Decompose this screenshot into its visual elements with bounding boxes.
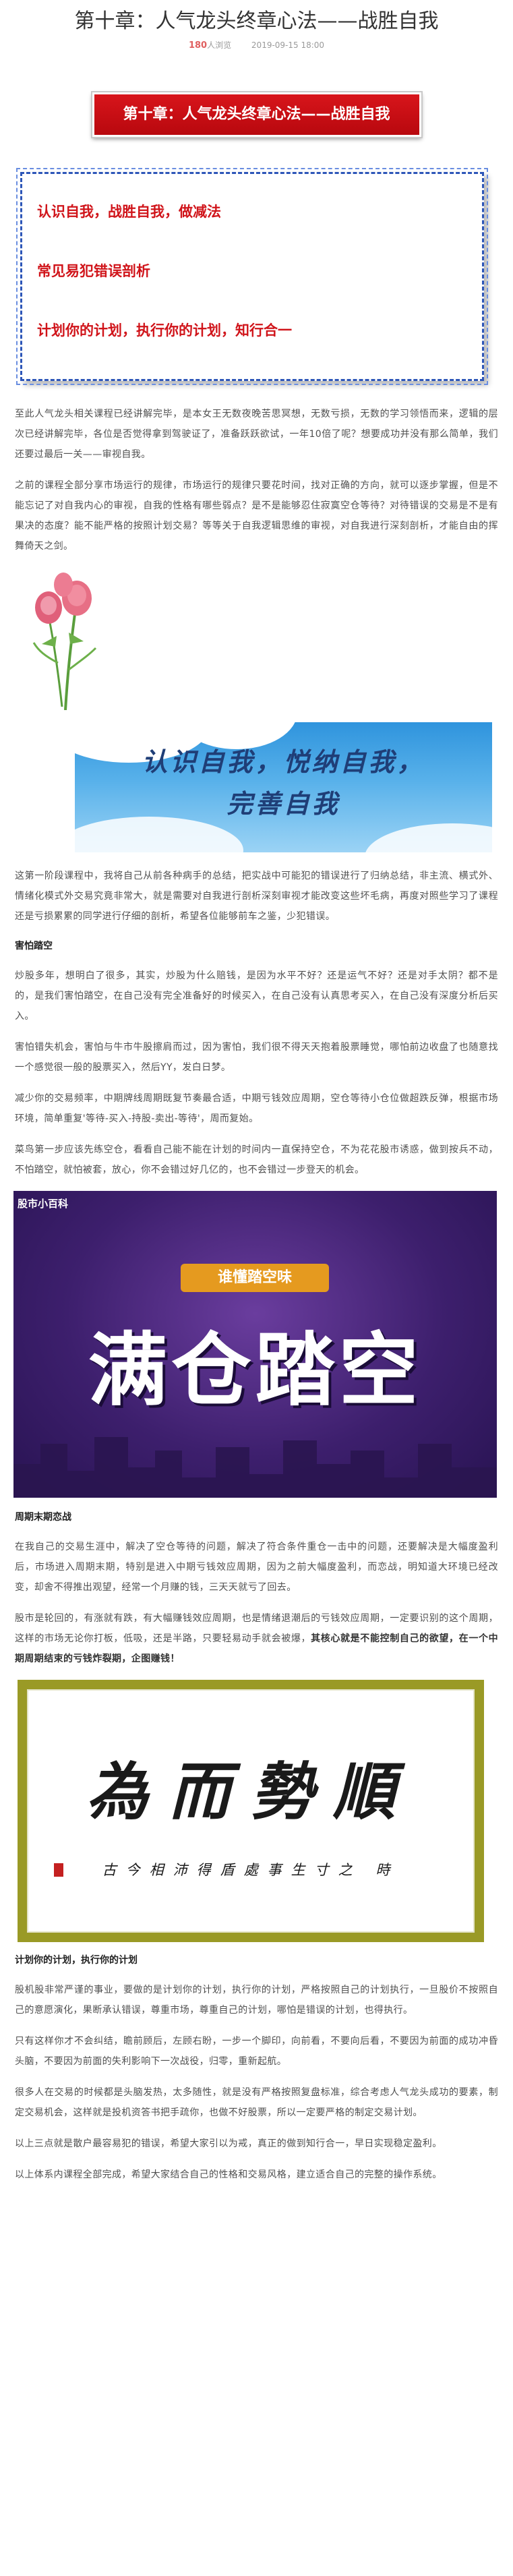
- banner-corner-text: 股市小百科: [18, 1198, 69, 1210]
- section-paragraph: 害怕错失机会，害怕与牛市牛股擦肩而过，因为害怕，我们很不得天天抱着股票睡觉，哪怕…: [15, 1042, 498, 1073]
- outline-box: 认识自我，战胜自我，做减法 常见易犯错误剖析 计划你的计划，执行你的计划，知行合…: [16, 168, 488, 385]
- article-title: 第十章：人气龙头终章心法——战胜自我: [74, 9, 439, 33]
- framed-calligraphy: 為而勢順 古今相沛得盾處事生寸之 時: [18, 1680, 484, 1942]
- full-position-banner: 股市小百科 谁懂踏空味 满仓踏空: [13, 1191, 497, 1498]
- section-paragraph: 只有这样你才不会纠结，瞻前顾后，左顾右盼，一步一个脚印，向前看，不要向后看，不要…: [15, 2036, 498, 2067]
- chapter-banner-wrap: 第十章：人气龙头终章心法——战胜自我: [0, 91, 513, 138]
- outline-item: 计划你的计划，执行你的计划，知行合一: [37, 322, 292, 339]
- calligraphy-line-1: 认识自我，悦纳自我，: [142, 747, 425, 777]
- city-skyline-icon: [13, 1437, 497, 1498]
- views-count: 180: [188, 40, 208, 51]
- section-paragraph: 在我自己的交易生涯中，解决了空仓等待的问题，解决了符合条件重仓一击中的问题，还要…: [15, 1542, 498, 1593]
- calligraphy-small-text: 古今相沛得盾處事生寸之 時: [102, 1862, 400, 1878]
- calligraphy-big-text: 為而勢順: [86, 1755, 415, 1828]
- views-label: 人浏览: [207, 40, 232, 50]
- intro-paragraph: 至此人气龙头相关课程已经讲解完毕，是本女王无数夜晚苦思冥想，无数亏损，无数的学习…: [15, 409, 498, 460]
- section-paragraph: 以上三点就是散户最容易犯的错误，希望大家引以为戒，真正的做到知行合一，早日实现稳…: [15, 2138, 442, 2149]
- outline-item: 认识自我，战胜自我，做减法: [37, 204, 221, 220]
- calligraphy-line-2: 完善自我: [227, 788, 340, 819]
- banner-big-text: 满仓踏空: [88, 1324, 423, 1417]
- intro-paragraph: 之前的课程全部分享市场运行的规律，市场运行的规律只要花时间，找对正确的方向，就可…: [15, 480, 498, 552]
- article-meta: 180人浏览 2019-09-15 18:00: [0, 39, 513, 52]
- banner-ribbon: 谁懂踏空味: [181, 1264, 329, 1292]
- section-paragraph: 很多人在交易的时候都是头脑发热，太多随性，就是没有严格按照复盘标准，综合考虑人气…: [15, 2087, 498, 2118]
- section-paragraph: 以上体系内课程全部完成，希望大家结合自己的性格和交易风格，建立适合自己的完整的操…: [15, 2169, 442, 2180]
- frame-inner: 為而勢順 古今相沛得盾處事生寸之 時: [27, 1689, 475, 1933]
- section-paragraph: 股机股非常严谨的事业，要做的是计划你的计划，执行你的计划，严格按照自己的计划执行…: [15, 1985, 498, 2016]
- section-heading: 周期末期恋战: [15, 1512, 71, 1523]
- outline-item: 常见易犯错误剖析: [37, 263, 150, 279]
- article-header: 第十章：人气龙头终章心法——战胜自我 180人浏览 2019-09-15 18:…: [0, 0, 513, 52]
- section-paragraph: 减少你的交易频率，中期牌线周期既复节奏最合适，中期亏钱效应周期，空仓等待小仓位做…: [15, 1093, 498, 1124]
- section-heading: 计划你的计划，执行你的计划: [15, 1955, 138, 1966]
- section-heading: 害怕踏空: [15, 941, 53, 952]
- section-paragraph: 炒股多年，想明白了很多，其实，炒股为什么赔钱，是因为水平不好？还是运气不好？还是…: [15, 970, 498, 1022]
- flower-image: [32, 573, 97, 711]
- stage-paragraph: 这第一阶段课程中，我将自己从前各种病手的总结，把实战中可能犯的错误进行了归纳总结…: [15, 871, 498, 922]
- publish-date: 2019-09-15 18:00: [251, 40, 325, 50]
- calligraphy-banner: 认识自我，悦纳自我， 完善自我: [75, 722, 492, 852]
- section-paragraph: 股市是轮回的，有涨就有跌，有大幅赚钱效应周期，也是情绪退潮后的亏钱效应周期，一定…: [15, 1608, 498, 1669]
- section-paragraph: 菜鸟第一步应该先练空仓，看看自己能不能在计划的时间内一直保持空仓，不为花花股市诱…: [15, 1144, 498, 1175]
- article-page: 第十章：人气龙头终章心法——战胜自我 180人浏览 2019-09-15 18:…: [0, 0, 513, 2198]
- chapter-banner: 第十章：人气龙头终章心法——战胜自我: [90, 91, 423, 138]
